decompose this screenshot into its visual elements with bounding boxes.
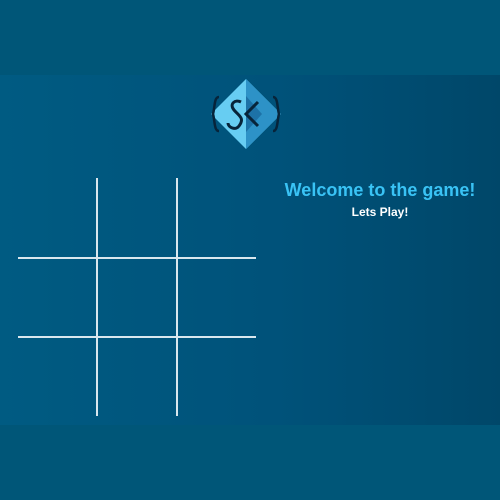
board-cell[interactable]: [178, 258, 256, 336]
top-band: [0, 0, 500, 75]
board-cell[interactable]: [98, 338, 176, 416]
play-subtitle: Lets Play!: [351, 205, 409, 219]
game-page: Welcome to the game! Lets Play!: [0, 0, 500, 500]
welcome-heading: Welcome to the game!: [284, 180, 476, 200]
board-cell[interactable]: [178, 338, 256, 416]
board-cell[interactable]: [18, 178, 96, 256]
board-cell[interactable]: [18, 338, 96, 416]
bottom-band: [0, 425, 500, 500]
board-cell[interactable]: [98, 258, 176, 336]
sk-logo-icon: [211, 79, 281, 149]
tic-tac-toe-board: [18, 178, 256, 416]
board-cell[interactable]: [98, 178, 176, 256]
board-cell[interactable]: [18, 258, 96, 336]
board-cell[interactable]: [178, 178, 256, 256]
